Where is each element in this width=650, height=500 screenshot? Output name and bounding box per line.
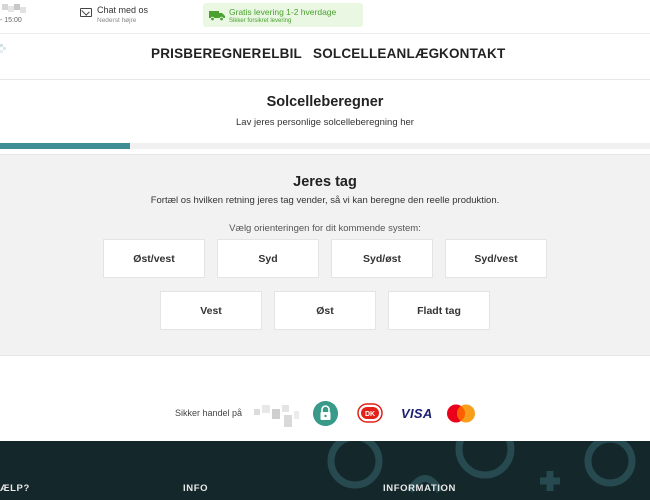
step-title: Jeres tag	[293, 174, 357, 190]
shipping-subtitle: Sikker forsikret levering	[229, 18, 292, 24]
shipping-title: Gratis levering 1-2 hverdage	[229, 7, 337, 17]
option-fladt-tag[interactable]: Fladt tag	[388, 291, 490, 330]
footer-heading-info: INFO	[183, 483, 209, 494]
shipping-badge: Gratis levering 1-2 hverdage Sikker fors…	[203, 3, 363, 27]
nav-item-solcelleanlaeg[interactable]: SOLCELLEANLÆG	[313, 46, 439, 61]
progress-bar	[0, 143, 650, 149]
brand-logo-small	[254, 405, 300, 429]
truck-icon	[209, 11, 225, 21]
secure-trade-label: Sikker handel på	[175, 408, 243, 418]
opening-hours: - 15:00	[0, 17, 22, 24]
footer: ÆLP? INFO INFORMATION	[0, 441, 650, 500]
chat-subtitle: Nederst højre	[97, 17, 137, 24]
footer-pattern-decoration	[327, 441, 636, 493]
nav-item-elbil[interactable]: ELBIL	[262, 46, 302, 61]
nav-item-prisberegner[interactable]: PRISBEREGNER	[151, 46, 261, 61]
top-info-bar: - 15:00 Chat med os Nederst højre Gratis…	[0, 0, 650, 34]
visa-icon: VISA	[401, 406, 433, 421]
progress-fill	[0, 143, 130, 149]
footer-heading-help: ÆLP?	[0, 483, 30, 494]
step-prompt: Vælg orienteringen for dit kommende syst…	[229, 223, 421, 234]
main-nav: PRISBEREGNER ELBIL SOLCELLEANLÆG KONTAKT	[0, 46, 650, 68]
footer-heading-information: INFORMATION	[383, 483, 456, 494]
option-oest-vest[interactable]: Øst/vest	[103, 239, 205, 278]
option-oest[interactable]: Øst	[274, 291, 376, 330]
step-description: Fortæl os hvilken retning jeres tag vend…	[150, 195, 500, 206]
option-syd-oest[interactable]: Syd/øst	[331, 239, 433, 278]
option-syd[interactable]: Syd	[217, 239, 319, 278]
calculator-title: Solcelleberegner	[266, 94, 384, 110]
logo-image	[2, 4, 26, 14]
svg-text:DK: DK	[365, 411, 375, 418]
roof-step-panel: Jeres tag Fortæl os hvilken retning jere…	[0, 154, 650, 356]
dankort-icon: DK	[357, 403, 383, 423]
mastercard-icon	[447, 404, 475, 423]
chat-icon[interactable]	[80, 8, 92, 17]
calculator-subtitle: Lav jeres personlige solcelleberegning h…	[236, 117, 414, 128]
chat-title[interactable]: Chat med os	[97, 5, 148, 15]
lock-icon	[313, 401, 338, 426]
nav-item-kontakt[interactable]: KONTAKT	[439, 46, 505, 61]
option-vest[interactable]: Vest	[160, 291, 262, 330]
option-syd-vest[interactable]: Syd/vest	[445, 239, 547, 278]
nav-divider	[0, 79, 650, 80]
